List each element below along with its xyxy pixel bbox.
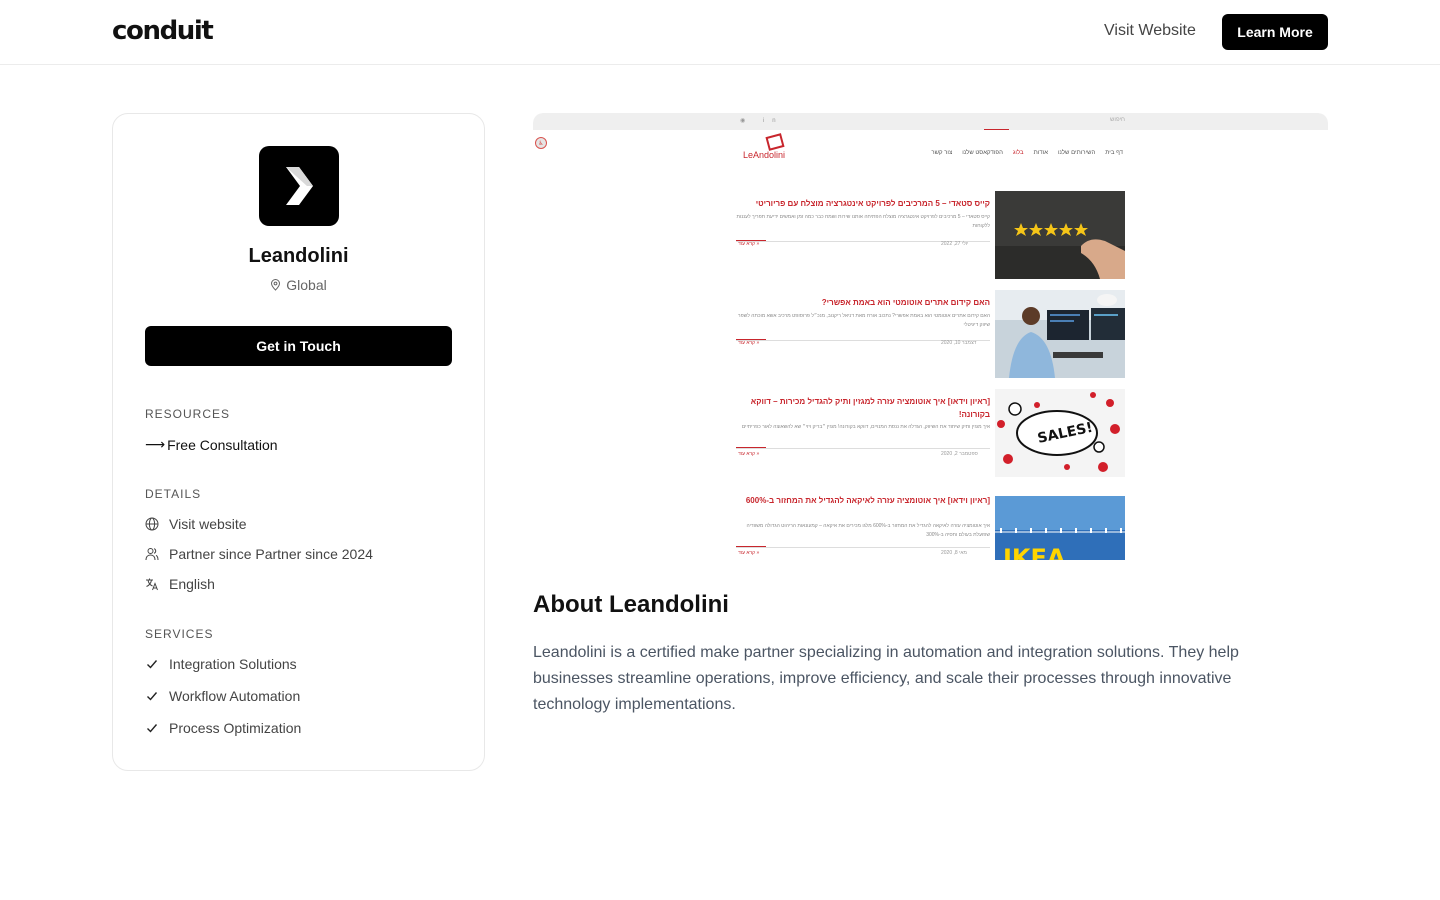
check-icon [147,724,158,733]
preview-topbar: ◉ in חיפוש [533,113,1328,130]
conduit-logo[interactable]: conduit [112,16,214,46]
detail-label: Partner since Partner since 2024 [169,546,373,562]
site-nav-item: דף בית [1105,150,1123,156]
post-date: יולי 27, 2022 [941,241,969,247]
post-excerpt: קייס סטאדי – 5 מרכיבים לפרויקט אינטגרציה… [736,214,990,229]
post-excerpt: איך מגזין ותיק שיחוד את השיווק, הגדלה את… [741,424,990,430]
free-consultation-link[interactable]: ⟶ Free Consultation [145,436,278,453]
partner-name: Leandolini [248,245,349,267]
about-heading: About Leandolini [533,591,729,618]
read-more-link: קרא עוד » [738,241,760,247]
site-nav-item: בלוג [1012,150,1024,156]
post-title: קייס סטאדי – 5 המרכיבים לפרויקט אינטגרצי… [755,199,990,208]
detail-partner-since: Partner since Partner since 2024 [145,546,373,562]
detail-visit-website[interactable]: Visit website [145,516,247,532]
about-description: Leandolini is a certified make partner s… [533,644,1239,713]
site-nav-item: הפודקאסט שלנו [962,150,1003,156]
social-icons: ◉ in [740,118,784,124]
divider [736,448,990,449]
read-more-link: קרא עוד » [738,340,760,346]
post-title: [ראיון וידאו] איך אוטומציה עזרה לאיקאה ל… [745,496,990,505]
location-text: Global [286,277,327,293]
leandolini-site-logo: LeAndolini [743,133,795,165]
resources-heading: RESOURCES [145,407,231,421]
get-in-touch-button[interactable]: Get in Touch [145,326,452,366]
service-item: Integration Solutions [145,656,297,672]
check-icon [147,692,158,701]
site-nav-item: אודות [1033,150,1048,156]
service-item: Workflow Automation [145,688,300,704]
chevron-right-icon [286,167,313,205]
post-excerpt: איך אוטומציה עזרה לאיקאה להגדיל את המחזו… [746,523,990,538]
service-item: Process Optimization [145,720,301,736]
svg-text:IKEA: IKEA [1003,544,1066,560]
globe-icon [145,517,159,531]
partner-logo [259,146,339,226]
read-more-link: קרא עוד » [738,550,760,556]
location-row: Global [113,277,484,293]
read-more-link: קרא עוד » [738,451,760,457]
website-screenshot: ◉ in חיפוש ♿ LeAndolini דף בית השירותים … [533,113,1328,560]
post-excerpt: האם קידום אתרים אוטומטי הוא באמת אפשרי? … [737,313,990,328]
post-title: [ראיון וידאו] איך אוטומציה עזרה למגזין ו… [750,397,990,419]
resource-label: Free Consultation [167,436,278,453]
blog-post: קייס סטאדי – 5 המרכיבים לפרויקט אינטגרצי… [736,191,1126,279]
partner-card: Leandolini Global Get in Touch RESOURCES… [112,113,485,771]
blog-post: SALES! [ראיון וידאו] איך אוטומציה עזרה ל… [736,389,1126,477]
accessibility-icon: ♿ [535,137,547,149]
users-icon [145,548,159,561]
detail-label: Visit website [169,516,247,532]
site-nav: דף בית השירותים שלנו אודות בלוג הפודקאסט… [893,150,1123,156]
service-label: Workflow Automation [169,688,301,704]
post-date: ספטמבר 2, 2020 [941,451,978,457]
visit-website-link[interactable]: Visit Website [1104,22,1196,40]
nav-active-underline [984,129,1009,130]
logo-mark-icon [765,133,785,151]
post-title: האם קידום אתרים אוטומטי הוא באמת אפשרי? [821,298,990,307]
top-header: conduit Visit Website Learn More [0,0,1440,65]
site-logo-text: LeAndolini [743,150,786,160]
services-heading: SERVICES [145,627,214,641]
arrow-right-icon: ⟶ [145,436,166,452]
service-label: Process Optimization [169,720,302,736]
details-heading: DETAILS [145,487,202,501]
learn-more-button[interactable]: Learn More [1222,14,1328,50]
blog-post: האם קידום אתרים אוטומטי הוא באמת אפשרי? … [736,290,1126,378]
divider [736,547,990,548]
post-date: מאי 8, 2020 [941,550,967,556]
site-nav-item: צור קשר [931,150,953,156]
developer-at-desk-thumbnail [995,290,1125,378]
translate-icon [146,578,158,591]
sales-virus-thumbnail: SALES! [995,389,1125,477]
preview-search-text: חיפוש [1110,117,1125,123]
check-icon [147,660,158,669]
post-date: דצמבר 10, 2020 [941,340,977,346]
site-nav-item: השירותים שלנו [1057,150,1096,156]
detail-label: English [169,576,215,592]
map-pin-icon [271,279,281,291]
detail-language: English [145,576,215,592]
five-stars-thumbnail [995,191,1125,279]
blog-post: IKEA [ראיון וידאו] איך אוטומציה עזרה לאי… [736,488,1126,560]
service-label: Integration Solutions [169,656,297,672]
ikea-store-thumbnail: IKEA [995,496,1125,560]
